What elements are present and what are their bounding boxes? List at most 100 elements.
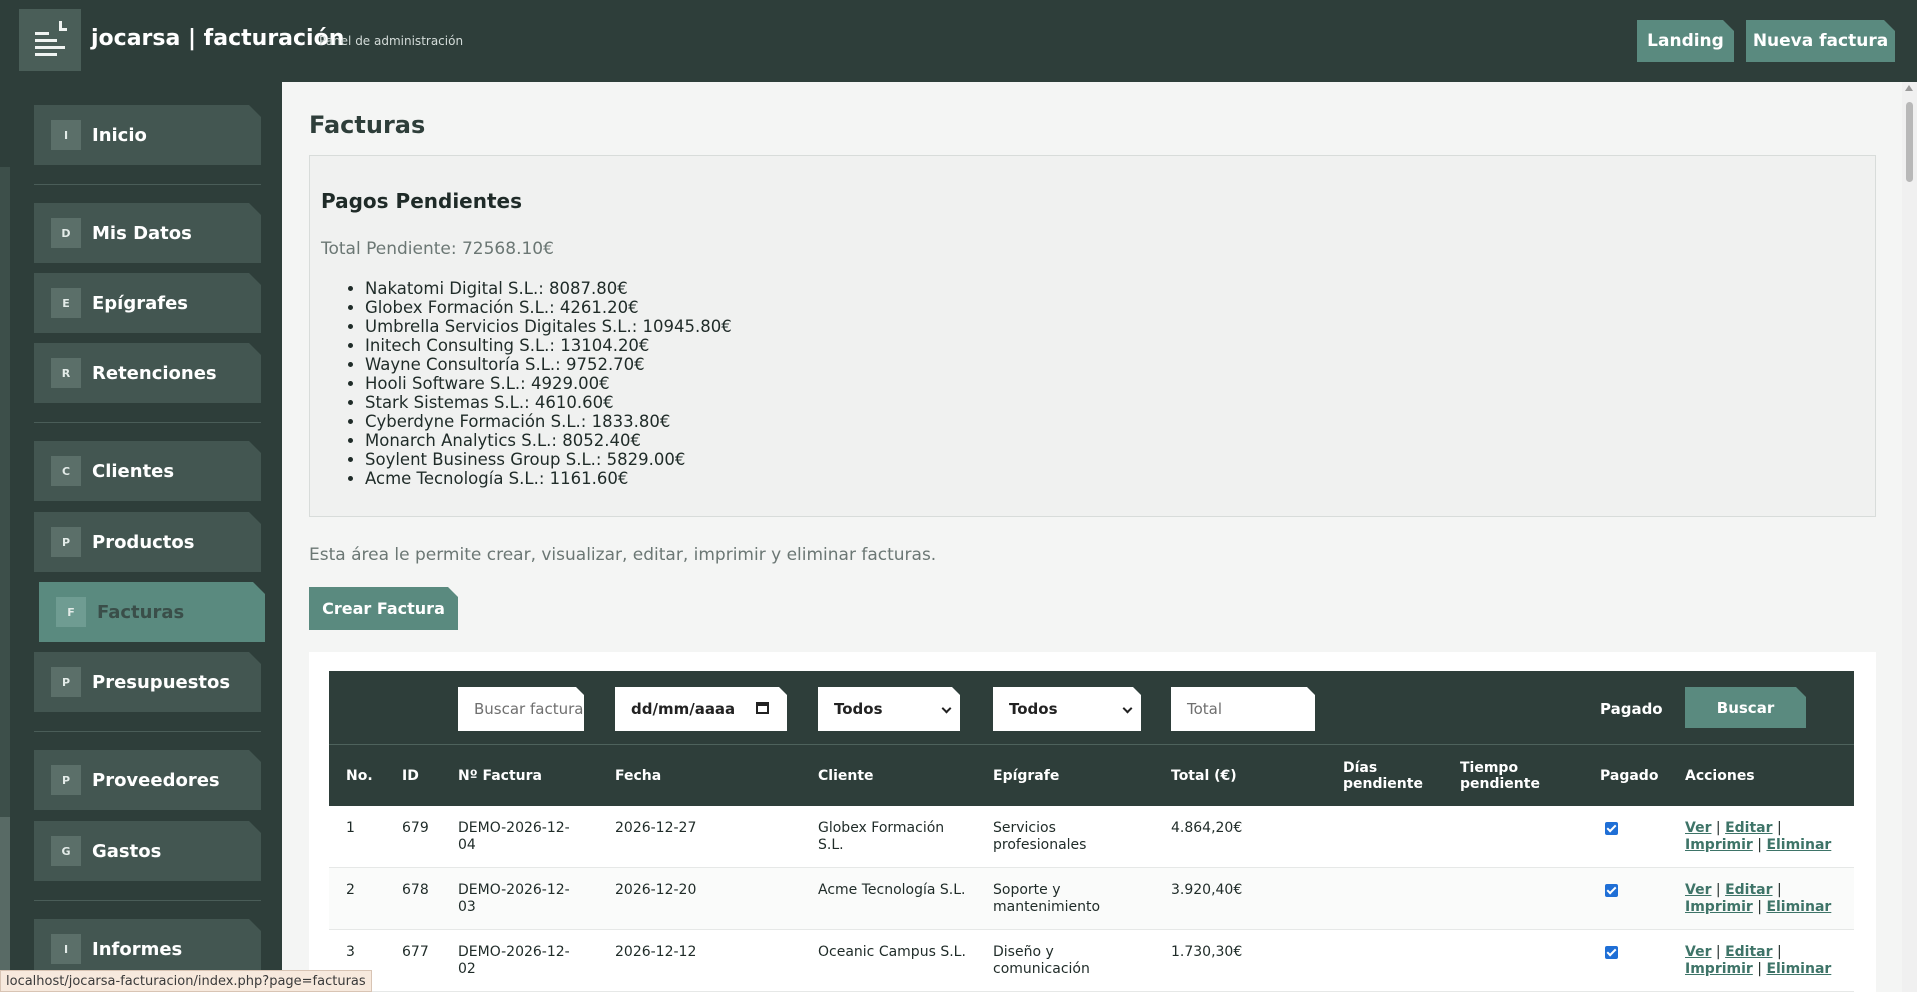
- brand-title[interactable]: jocarsa | facturación: [91, 26, 344, 51]
- col-epigrafe[interactable]: Epígrafe: [993, 745, 1059, 806]
- total-filter-input[interactable]: Total: [1171, 687, 1315, 731]
- epigrafe-select[interactable]: Todos: [993, 687, 1141, 731]
- col-no[interactable]: No.: [346, 745, 373, 806]
- delete-link[interactable]: Eliminar: [1766, 899, 1831, 915]
- action-separator: |: [1776, 820, 1782, 836]
- pending-payments-panel: Pagos Pendientes Total Pendiente: 72568.…: [309, 155, 1876, 517]
- date-filter-input[interactable]: dd/mm/aaaa: [615, 687, 787, 731]
- sidebar-item-productos[interactable]: P Productos: [34, 512, 261, 572]
- print-link[interactable]: Imprimir: [1685, 899, 1753, 915]
- cell-nfactura: DEMO-2026-12-03: [458, 882, 570, 915]
- pending-item: Nakatomi Digital S.L.: 8087.80€: [365, 279, 732, 298]
- table-header: No. ID Nº Factura Fecha Cliente Epígrafe…: [329, 745, 1854, 806]
- cell-no: 2: [346, 882, 355, 898]
- cell-id: 678: [402, 882, 429, 898]
- action-separator: |: [1776, 944, 1782, 960]
- edit-link[interactable]: Editar: [1725, 944, 1772, 960]
- sidebar-badge: P: [51, 667, 81, 697]
- paid-checkbox[interactable]: [1605, 822, 1618, 835]
- cell-cliente: Oceanic Campus S.L.: [818, 944, 966, 960]
- scrollbar-thumb[interactable]: [1906, 102, 1913, 182]
- sidebar-badge: D: [51, 218, 81, 248]
- pagado-filter-label: Pagado: [1600, 700, 1663, 718]
- paid-checkbox[interactable]: [1605, 946, 1618, 959]
- paid-checkbox[interactable]: [1605, 884, 1618, 897]
- scroll-up-arrow-icon[interactable]: [1905, 85, 1913, 91]
- search-button[interactable]: Buscar: [1685, 687, 1806, 728]
- sidebar-item-label: Epígrafes: [92, 292, 189, 314]
- print-link[interactable]: Imprimir: [1685, 961, 1753, 977]
- action-separator: |: [1776, 882, 1782, 898]
- col-total[interactable]: Total (€): [1171, 745, 1237, 806]
- delete-link[interactable]: Eliminar: [1766, 961, 1831, 977]
- action-separator: |: [1757, 899, 1762, 915]
- col-id[interactable]: ID: [402, 745, 419, 806]
- epigrafe-select-value: Todos: [1009, 700, 1058, 718]
- pending-total: Total Pendiente: 72568.10€: [321, 239, 554, 259]
- sidebar-item-inicio[interactable]: I Inicio: [34, 105, 261, 165]
- sidebar-divider: [34, 184, 261, 185]
- pending-item: Acme Tecnología S.L.: 1161.60€: [365, 469, 732, 488]
- edit-link[interactable]: Editar: [1725, 820, 1772, 836]
- sidebar-item-label: Productos: [92, 531, 195, 553]
- sidebar-item-retenciones[interactable]: R Retenciones: [34, 343, 261, 403]
- pending-item: Umbrella Servicios Digitales S.L.: 10945…: [365, 317, 732, 336]
- cell-id: 679: [402, 820, 429, 836]
- view-link[interactable]: Ver: [1685, 820, 1711, 836]
- menu-logo-icon[interactable]: [19, 9, 81, 71]
- col-acciones: Acciones: [1685, 767, 1755, 784]
- invoices-table-card: Buscar factura dd/mm/aaaa Todos Todos To…: [309, 652, 1876, 992]
- sidebar-item-label: Retenciones: [92, 362, 217, 384]
- pending-item: Initech Consulting S.L.: 13104.20€: [365, 336, 732, 355]
- logo-line-2: [35, 39, 57, 42]
- sidebar-item-proveedores[interactable]: P Proveedores: [34, 750, 261, 810]
- calendar-icon[interactable]: [756, 702, 769, 714]
- col-fecha[interactable]: Fecha: [615, 745, 661, 806]
- pending-item: Globex Formación S.L.: 4261.20€: [365, 298, 732, 317]
- col-cliente[interactable]: Cliente: [818, 745, 874, 806]
- print-link[interactable]: Imprimir: [1685, 837, 1753, 853]
- view-link[interactable]: Ver: [1685, 882, 1711, 898]
- cell-nfactura: DEMO-2026-12-02: [458, 944, 570, 977]
- sidebar-item-label: Facturas: [97, 601, 185, 623]
- cell-id: 677: [402, 944, 429, 960]
- chevron-down-icon: [1123, 704, 1133, 714]
- cell-no: 3: [346, 944, 355, 960]
- create-invoice-button[interactable]: Crear Factura: [309, 587, 458, 630]
- brand-subtitle: Panel de administración: [319, 34, 464, 48]
- cell-fecha: 2026-12-12: [615, 944, 697, 960]
- main-content: Facturas Pagos Pendientes Total Pendient…: [282, 82, 1902, 992]
- page-scrollbar[interactable]: [1902, 82, 1917, 992]
- edit-link[interactable]: Editar: [1725, 882, 1772, 898]
- chevron-down-icon: [942, 704, 952, 714]
- delete-link[interactable]: Eliminar: [1766, 837, 1831, 853]
- view-link[interactable]: Ver: [1685, 944, 1711, 960]
- cell-fecha: 2026-12-27: [615, 820, 697, 836]
- filter-bar: Buscar factura dd/mm/aaaa Todos Todos To…: [329, 671, 1854, 745]
- search-invoice-input[interactable]: Buscar factura: [458, 687, 584, 731]
- col-tiempo-pendiente[interactable]: Tiempo pendiente: [1460, 745, 1550, 806]
- col-dias-pendiente[interactable]: Días pendiente: [1343, 745, 1429, 806]
- pending-payments-title: Pagos Pendientes: [321, 189, 523, 213]
- landing-button[interactable]: Landing: [1637, 20, 1734, 62]
- sidebar-item-label: Presupuestos: [92, 671, 231, 693]
- cell-total: 4.864,20€: [1171, 820, 1243, 836]
- table-row: 3 677 DEMO-2026-12-02 2026-12-12 Oceanic…: [329, 930, 1854, 992]
- cliente-select[interactable]: Todos: [818, 687, 960, 731]
- table-row: 1 679 DEMO-2026-12-04 2026-12-27 Globex …: [329, 806, 1854, 868]
- table-row: 2 678 DEMO-2026-12-03 2026-12-20 Acme Te…: [329, 868, 1854, 930]
- col-pagado[interactable]: Pagado: [1600, 745, 1658, 806]
- sidebar-badge: R: [51, 358, 81, 388]
- sidebar-item-gastos[interactable]: G Gastos: [34, 821, 261, 881]
- sidebar-item-epigrafes[interactable]: E Epígrafes: [34, 273, 261, 333]
- sidebar-item-label: Gastos: [92, 840, 162, 862]
- sidebar-item-mis-datos[interactable]: D Mis Datos: [34, 203, 261, 263]
- sidebar-scroll-thumb[interactable]: [0, 817, 10, 992]
- sidebar-item-facturas[interactable]: F Facturas: [39, 582, 265, 642]
- sidebar: I Inicio D Mis Datos E Epígrafes R Reten…: [0, 82, 282, 992]
- sidebar-item-presupuestos[interactable]: P Presupuestos: [34, 652, 261, 712]
- col-nfactura[interactable]: Nº Factura: [458, 745, 542, 806]
- sidebar-item-clientes[interactable]: C Clientes: [34, 441, 261, 501]
- new-invoice-button[interactable]: Nueva factura: [1746, 20, 1895, 62]
- sidebar-divider: [34, 731, 261, 732]
